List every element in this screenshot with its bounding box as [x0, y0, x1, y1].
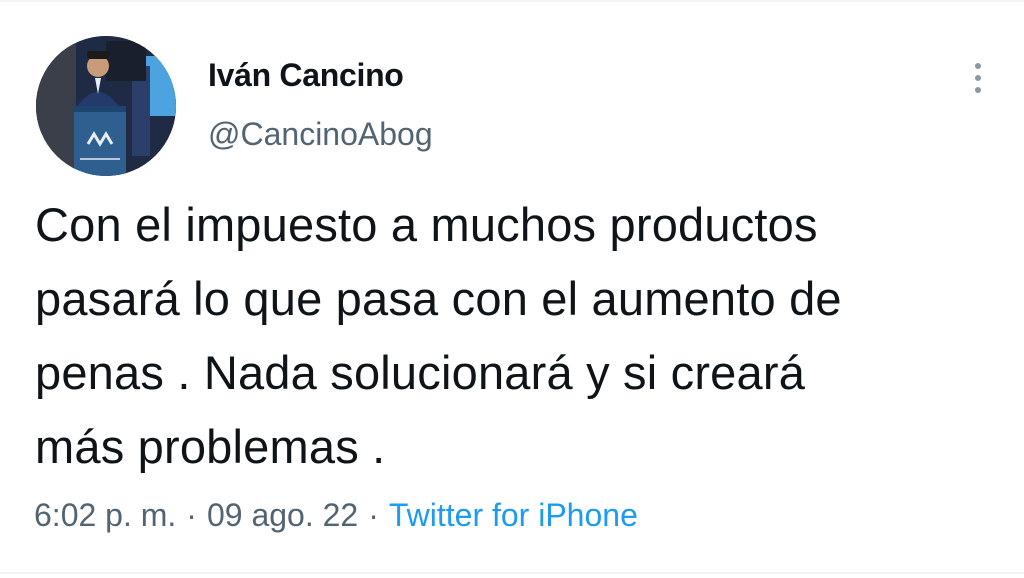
author-display-name[interactable]: Iván Cancino [208, 57, 404, 94]
more-icon-dot [975, 75, 981, 81]
tweet-date[interactable]: 09 ago. 22 [207, 497, 358, 534]
avatar-photo [36, 36, 176, 176]
avatar[interactable] [36, 36, 176, 176]
meta-separator: · [186, 497, 197, 533]
tweet-time[interactable]: 6:02 p. m. [34, 497, 176, 534]
tweet-source-link[interactable]: Twitter for iPhone [389, 497, 638, 534]
tweet-text-line: penas . Nada solucionará y si creará [35, 346, 806, 399]
more-options-button[interactable] [958, 56, 998, 100]
tweet-text-line: pasará lo que pasa con el aumento de [35, 272, 842, 325]
author-handle[interactable]: @CancinoAbog [208, 116, 433, 153]
tweet-metadata: 6:02 p. m. · 09 ago. 22 · Twitter for iP… [34, 497, 638, 534]
meta-separator: · [368, 497, 379, 533]
tweet-text-line: Con el impuesto a muchos productos [35, 198, 818, 251]
tweet-text: Con el impuesto a muchos productos pasar… [35, 188, 1010, 484]
tweet-text-line: más problemas . [35, 420, 386, 473]
bottom-divider [0, 572, 1024, 574]
more-icon-dot [975, 63, 981, 69]
tweet-card: Iván Cancino @CancinoAbog Con el impuest… [0, 0, 1024, 578]
more-icon-dot [975, 87, 981, 93]
